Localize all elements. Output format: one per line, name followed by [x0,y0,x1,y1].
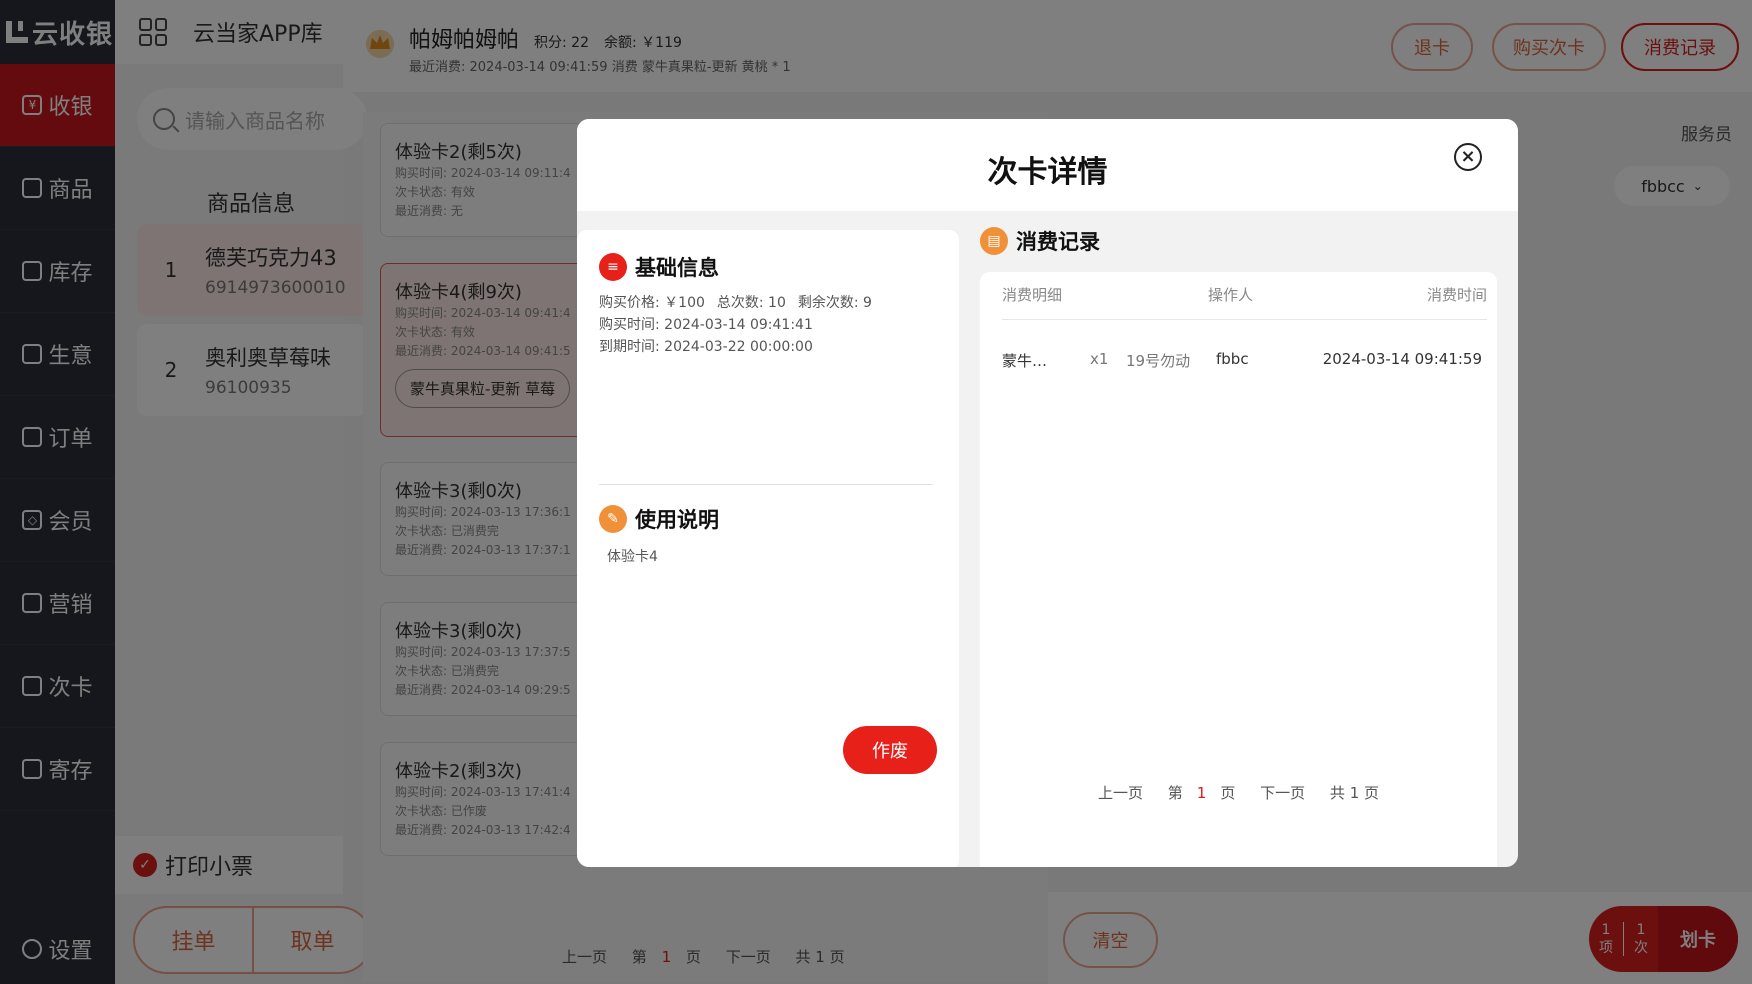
record-qty: x1 [1090,350,1109,368]
records-heading: ▤ 消费记录 [980,226,1100,256]
modal-header: 次卡详情 × [577,119,1518,211]
close-icon[interactable]: × [1454,143,1482,171]
records-table: 消费明细 操作人 消费时间 蒙牛… x1 19号勿动 fbbc 2024-03-… [980,272,1497,867]
record-time: 2024-03-14 09:41:59 [1322,350,1482,368]
pager-label: 页 [1220,784,1236,802]
purchase-time: 购买时间: 2024-03-14 09:41:41 [599,317,813,333]
divider [599,484,933,485]
basic-info-heading: ≡ 基础信息 [599,252,719,282]
card-detail-modal: 次卡详情 × ≡ 基础信息 购买价格: ￥100 总次数: 10 剩余次数: 9 购… [577,119,1518,867]
records-table-header: 消费明细 操作人 消费时间 [1002,284,1487,320]
list-icon: ≡ [599,253,627,281]
void-card-button[interactable]: 作废 [843,726,937,774]
records-pager: 上一页 第1页 下一页 共 1 页 [980,782,1497,803]
modal-title: 次卡详情 [987,155,1108,190]
basic-info-lines: 购买价格: ￥100 总次数: 10 剩余次数: 9 购买时间: 2024-03-1… [599,292,884,358]
consumption-records-panel: ▤ 消费记录 消费明细 操作人 消费时间 蒙牛… x1 19号勿动 fbbc 2… [980,226,1497,867]
purchase-price: 购买价格: ￥100 [599,295,705,311]
table-row[interactable]: 蒙牛… x1 19号勿动 fbbc 2024-03-14 09:41:59 [1002,350,1482,374]
next-page-link[interactable]: 下一页 [1260,784,1305,802]
edit-icon: ✎ [599,505,627,533]
basic-info-title: 基础信息 [635,256,719,280]
usage-text: 体验卡4 [607,549,658,565]
col-detail: 消费明细 [1002,286,1063,304]
remaining-times: 剩余次数: 9 [797,295,872,311]
records-title: 消费记录 [1016,230,1100,254]
current-page: 1 [1196,784,1207,802]
pager-label: 第 [1167,784,1183,802]
record-operator: fbbc [1216,350,1249,368]
col-time: 消费时间 [1426,286,1487,304]
total-pages: 共 1 页 [1329,784,1380,802]
usage-title: 使用说明 [635,508,719,532]
total-times: 总次数: 10 [716,295,786,311]
prev-page-link[interactable]: 上一页 [1098,784,1143,802]
document-icon: ▤ [980,227,1008,255]
expire-time: 到期时间: 2024-03-22 00:00:00 [599,339,813,355]
usage-heading: ✎ 使用说明 [599,504,719,534]
basic-info-panel: ≡ 基础信息 购买价格: ￥100 总次数: 10 剩余次数: 9 购买时间: 20… [577,230,959,867]
col-operator: 操作人 [1208,286,1254,304]
record-note: 19号勿动 [1126,352,1191,370]
record-item: 蒙牛… [1002,352,1048,370]
